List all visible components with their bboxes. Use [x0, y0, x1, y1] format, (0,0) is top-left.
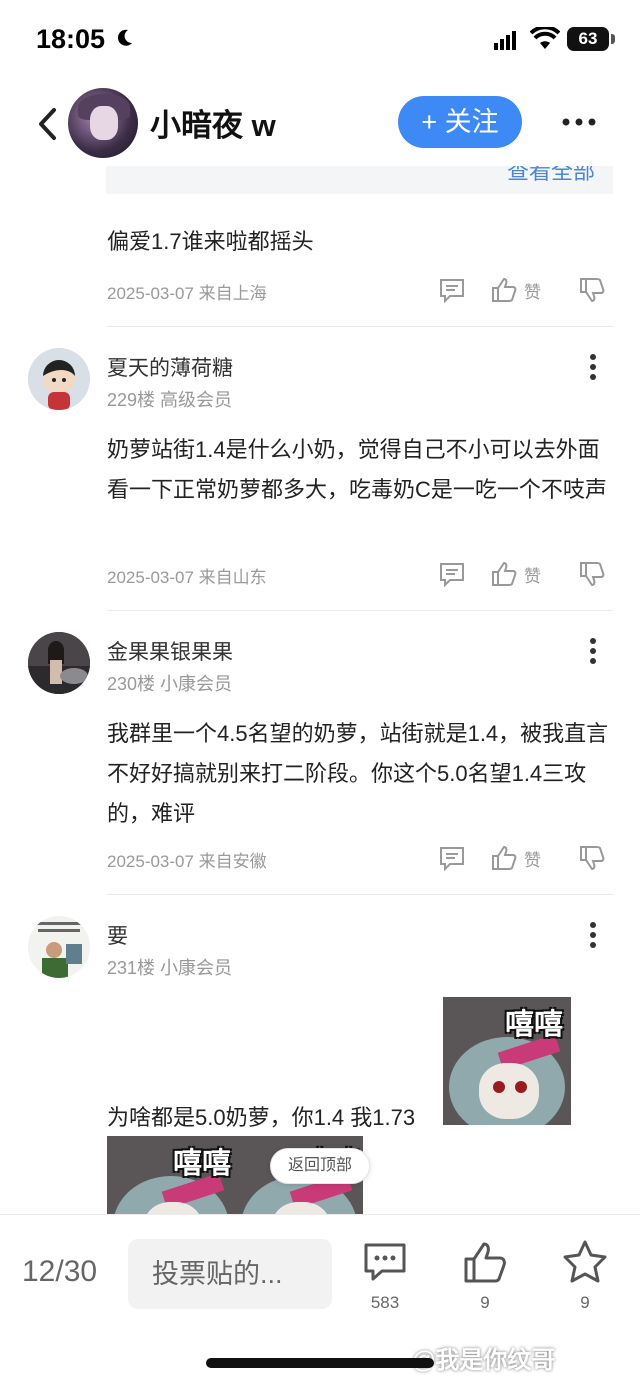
status-time: 18:05: [36, 24, 106, 54]
author-name[interactable]: 小暗夜 w: [150, 100, 276, 145]
back-icon[interactable]: [34, 106, 62, 142]
like-icon[interactable]: [490, 560, 518, 588]
more-icon[interactable]: [589, 637, 597, 665]
battery-tip: [611, 34, 615, 44]
like-count: 9: [480, 1293, 490, 1312]
commenter-avatar[interactable]: [28, 632, 90, 694]
like-icon[interactable]: [490, 844, 518, 872]
commenter-name[interactable]: 金果果银果果: [107, 636, 233, 666]
more-icon[interactable]: [589, 921, 597, 949]
sticker-image[interactable]: 嘻嘻: [107, 1136, 235, 1214]
star-icon[interactable]: [562, 1239, 608, 1285]
author-avatar[interactable]: [68, 88, 138, 158]
status-bar: 18:05 63: [0, 0, 640, 82]
comment-text: 奶萝站街1.4是什么小奶，觉得自己不小可以去外面看一下正常奶萝都多大，吃毒奶C是…: [107, 437, 607, 502]
comment-count: 583: [370, 1293, 400, 1312]
wifi-icon: [530, 27, 560, 49]
dislike-icon[interactable]: [578, 560, 606, 588]
divider: [107, 894, 613, 895]
comment-floor: 230楼 小康会员: [107, 674, 233, 694]
like-icon[interactable]: [490, 276, 518, 304]
dislike-icon[interactable]: [578, 844, 606, 872]
comment-text: 偏爱1.7谁来啦都摇头: [107, 229, 314, 254]
commenter-avatar[interactable]: [28, 916, 90, 978]
signal-icon: [494, 31, 516, 50]
comment-floor: 229楼 高级会员: [107, 390, 233, 410]
divider: [107, 326, 613, 327]
commenter-avatar[interactable]: [28, 348, 90, 410]
comment-actions: 赞: [438, 276, 618, 306]
commenter-name[interactable]: 夏天的薄荷糖: [107, 352, 233, 382]
comment-meta: 2025-03-07 来自安徽: [107, 852, 267, 871]
more-icon[interactable]: [589, 353, 597, 381]
dislike-icon[interactable]: [578, 276, 606, 304]
thread-header: 小暗夜 w + 关注: [0, 82, 640, 166]
comment-text: 为啥都是5.0奶萝，你1.4 我1.73: [107, 1105, 416, 1130]
sticker-label: 嘻嘻: [504, 1009, 563, 1041]
like-label[interactable]: 赞: [524, 562, 541, 587]
moon-icon: [117, 29, 132, 46]
reply-icon[interactable]: [438, 276, 466, 304]
comment-actions: 赞: [438, 560, 618, 590]
reply-icon[interactable]: [438, 844, 466, 872]
comment-floor: 231楼 小康会员: [107, 958, 233, 978]
view-all-link[interactable]: 查看全部: [507, 166, 595, 186]
like-label[interactable]: 赞: [524, 278, 541, 303]
page-indicator[interactable]: 12/30: [22, 1255, 97, 1289]
reply-input[interactable]: 投票贴的...: [128, 1239, 332, 1309]
sticker-image[interactable]: 嘻嘻: [443, 997, 571, 1125]
battery-indicator: 63: [567, 27, 609, 51]
like-icon[interactable]: [462, 1239, 508, 1285]
watermark: @我是你纹哥: [412, 1347, 556, 1374]
reply-icon[interactable]: [438, 560, 466, 588]
commenter-name[interactable]: 要: [107, 920, 128, 950]
divider: [107, 610, 613, 611]
back-to-top-button[interactable]: 返回顶部: [270, 1148, 370, 1184]
like-label[interactable]: 赞: [524, 846, 541, 871]
home-indicator[interactable]: [206, 1358, 434, 1368]
comment-meta: 2025-03-07 来自山东: [107, 568, 267, 587]
comment-text: 我群里一个4.5名望的奶萝，站街就是1.4，被我直言不好好搞就别来打二阶段。你这…: [107, 721, 609, 826]
favorite-count: 9: [580, 1293, 590, 1312]
more-icon[interactable]: [562, 118, 596, 126]
follow-button[interactable]: + 关注: [398, 96, 522, 148]
sticker-label: 嘻嘻: [173, 1148, 232, 1180]
comment-icon[interactable]: [362, 1239, 408, 1285]
sub-reply-box[interactable]: 查看全部: [106, 166, 613, 194]
comment-meta: 2025-03-07 来自上海: [107, 284, 267, 303]
comment-actions: 赞: [438, 844, 618, 874]
